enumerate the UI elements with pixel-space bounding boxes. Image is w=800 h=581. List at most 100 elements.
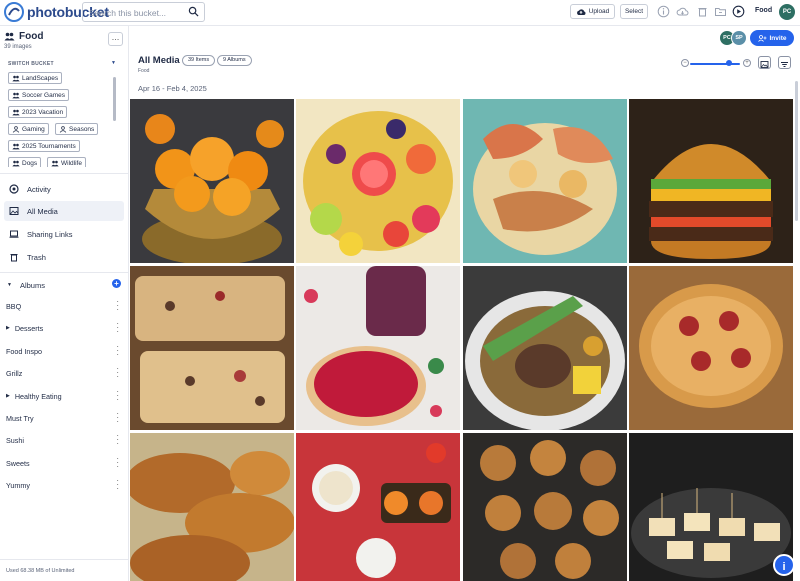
play-icon[interactable] xyxy=(732,5,745,18)
app-window: photobucket Search this bucket... Upload… xyxy=(0,0,800,581)
add-person-icon xyxy=(757,34,766,42)
divider xyxy=(0,559,129,560)
zoom-out-icon[interactable]: − xyxy=(681,59,689,67)
group-icon xyxy=(12,160,20,166)
bucket-more-button[interactable]: … xyxy=(108,32,123,46)
more-vertical-icon[interactable]: · · · xyxy=(116,365,119,381)
berry-tart-photo[interactable] xyxy=(296,266,460,430)
caret-down-icon: ▼ xyxy=(7,282,12,288)
albums-label: Albums xyxy=(19,280,45,290)
filter-button[interactable] xyxy=(778,56,791,69)
select-button[interactable]: Select xyxy=(620,4,648,19)
album-food-inspo[interactable]: Food Inspo · · · xyxy=(0,342,128,360)
album-must-try[interactable]: Must Try · · · xyxy=(0,409,128,427)
album-sushi[interactable]: Sushi · · · xyxy=(0,431,128,449)
bucket-chip-label: 2025 Tournaments xyxy=(22,142,76,150)
album-sweets[interactable]: Sweets · · · xyxy=(0,454,128,472)
bucket-switcher-scrollbar[interactable] xyxy=(113,77,116,121)
search-input[interactable]: Search this bucket... xyxy=(82,2,205,22)
collaborator-avatar[interactable]: SP xyxy=(731,30,747,46)
group-icon xyxy=(12,143,20,149)
nav-activity[interactable]: Activity xyxy=(4,179,124,199)
nav-all-media[interactable]: All Media xyxy=(4,201,124,221)
more-vertical-icon[interactable]: · · · xyxy=(116,298,119,314)
cinnamon-knots-photo[interactable] xyxy=(463,433,627,581)
nav-trash[interactable]: Trash xyxy=(4,247,124,267)
more-vertical-icon[interactable]: · · · xyxy=(116,432,119,448)
nav-sharing-links[interactable]: Sharing Links xyxy=(4,224,124,244)
bucket-chip-dogs[interactable]: Dogs xyxy=(8,157,42,167)
fruit-platter-photo[interactable] xyxy=(296,99,460,263)
user-avatar[interactable]: PC xyxy=(779,4,795,20)
zoom-slider[interactable]: − + xyxy=(681,59,751,69)
zoom-handle[interactable] xyxy=(726,60,732,66)
current-bucket-name[interactable]: Food xyxy=(755,7,772,14)
logo-icon xyxy=(4,2,24,22)
bagels-photo[interactable] xyxy=(130,433,294,581)
zoom-in-icon[interactable]: + xyxy=(743,59,751,67)
folder-icon[interactable] xyxy=(714,5,727,18)
canapes-photo[interactable] xyxy=(629,433,793,581)
invite-button[interactable]: Invite xyxy=(750,30,794,46)
bucket-chip-seasons[interactable]: Seasons xyxy=(55,123,99,135)
bucket-chip-label: LandScapes xyxy=(22,74,59,82)
bucket-switcher: LandScapes Soccer Games 2023 Vacation Ga… xyxy=(4,70,118,167)
more-vertical-icon[interactable]: · · · xyxy=(116,410,119,426)
bucket-image-count: 39 images xyxy=(4,44,32,50)
album-yummy[interactable]: Yummy · · · xyxy=(0,476,128,494)
gallery-view-button[interactable] xyxy=(758,56,771,69)
caret-right-icon[interactable]: ▶ xyxy=(6,325,10,331)
nav-label: Sharing Links xyxy=(27,229,73,239)
main-scrollbar[interactable] xyxy=(795,81,798,221)
bucket-chip-soccer-games[interactable]: Soccer Games xyxy=(8,89,69,101)
bucket-chip-label: Soccer Games xyxy=(22,91,65,99)
albums-header[interactable]: ▼ Albums xyxy=(4,278,124,292)
bucket-title: Food xyxy=(4,31,43,42)
chevron-down-icon[interactable]: ▼ xyxy=(111,60,116,66)
cloud-download-icon[interactable] xyxy=(676,5,689,18)
more-vertical-icon[interactable]: · · · xyxy=(116,477,119,493)
zoom-track[interactable] xyxy=(690,63,740,65)
divider xyxy=(0,272,129,273)
pepperoni-pizza-photo[interactable] xyxy=(629,266,793,430)
album-desserts[interactable]: ▶ Desserts · · · xyxy=(0,319,128,337)
activity-icon xyxy=(9,184,19,194)
album-label: Must Try xyxy=(6,413,34,423)
more-vertical-icon[interactable]: · · · xyxy=(116,320,119,336)
bucket-chip-gaming[interactable]: Gaming xyxy=(8,123,49,135)
bucket-chip-label: 2023 Vacation xyxy=(22,108,64,116)
seafood-platter-photo[interactable] xyxy=(463,99,627,263)
more-vertical-icon[interactable]: · · · xyxy=(116,455,119,471)
search-icon[interactable] xyxy=(188,6,199,17)
laptop-link-icon xyxy=(9,230,19,238)
cloud-upload-icon xyxy=(576,8,586,15)
upload-button[interactable]: Upload xyxy=(570,4,615,19)
collaborator-avatars[interactable]: PC SP xyxy=(719,30,747,46)
bucket-chip-label: Seasons xyxy=(69,125,95,133)
more-vertical-icon[interactable]: · · · xyxy=(116,388,119,404)
photo-grid xyxy=(130,99,794,581)
mandarins-photo[interactable] xyxy=(130,99,294,263)
picnic-table-photo[interactable] xyxy=(296,433,460,581)
bucket-chip-2023-vacation[interactable]: 2023 Vacation xyxy=(8,106,68,118)
add-album-button[interactable]: + xyxy=(112,279,121,288)
album-healthy-eating[interactable]: ▶ Healthy Eating · · · xyxy=(0,387,128,405)
bucket-chip-2025-tournaments[interactable]: 2025 Tournaments xyxy=(8,140,80,152)
album-grillz[interactable]: Grillz · · · xyxy=(0,364,128,382)
caret-right-icon[interactable]: ▶ xyxy=(6,393,10,399)
trash-icon[interactable] xyxy=(696,5,709,18)
person-icon xyxy=(59,125,67,133)
stew-bowl-photo[interactable] xyxy=(463,266,627,430)
burger-photo[interactable] xyxy=(629,99,793,263)
group-icon xyxy=(12,92,20,98)
more-vertical-icon[interactable]: · · · xyxy=(116,343,119,359)
page-title: All Media xyxy=(138,55,180,66)
focaccia-photo[interactable] xyxy=(130,266,294,430)
bucket-chip-wildlife[interactable]: Wildlife xyxy=(47,157,86,167)
help-button[interactable]: i xyxy=(773,554,795,576)
breadcrumb[interactable]: Food xyxy=(138,68,149,74)
sidebar: Food 39 images … SWITCH BUCKET ▼ LandSca… xyxy=(0,26,129,581)
bucket-chip-landscapes[interactable]: LandScapes xyxy=(8,72,63,84)
info-icon[interactable] xyxy=(657,5,670,18)
album-bbq[interactable]: BBQ · · · xyxy=(0,297,128,315)
